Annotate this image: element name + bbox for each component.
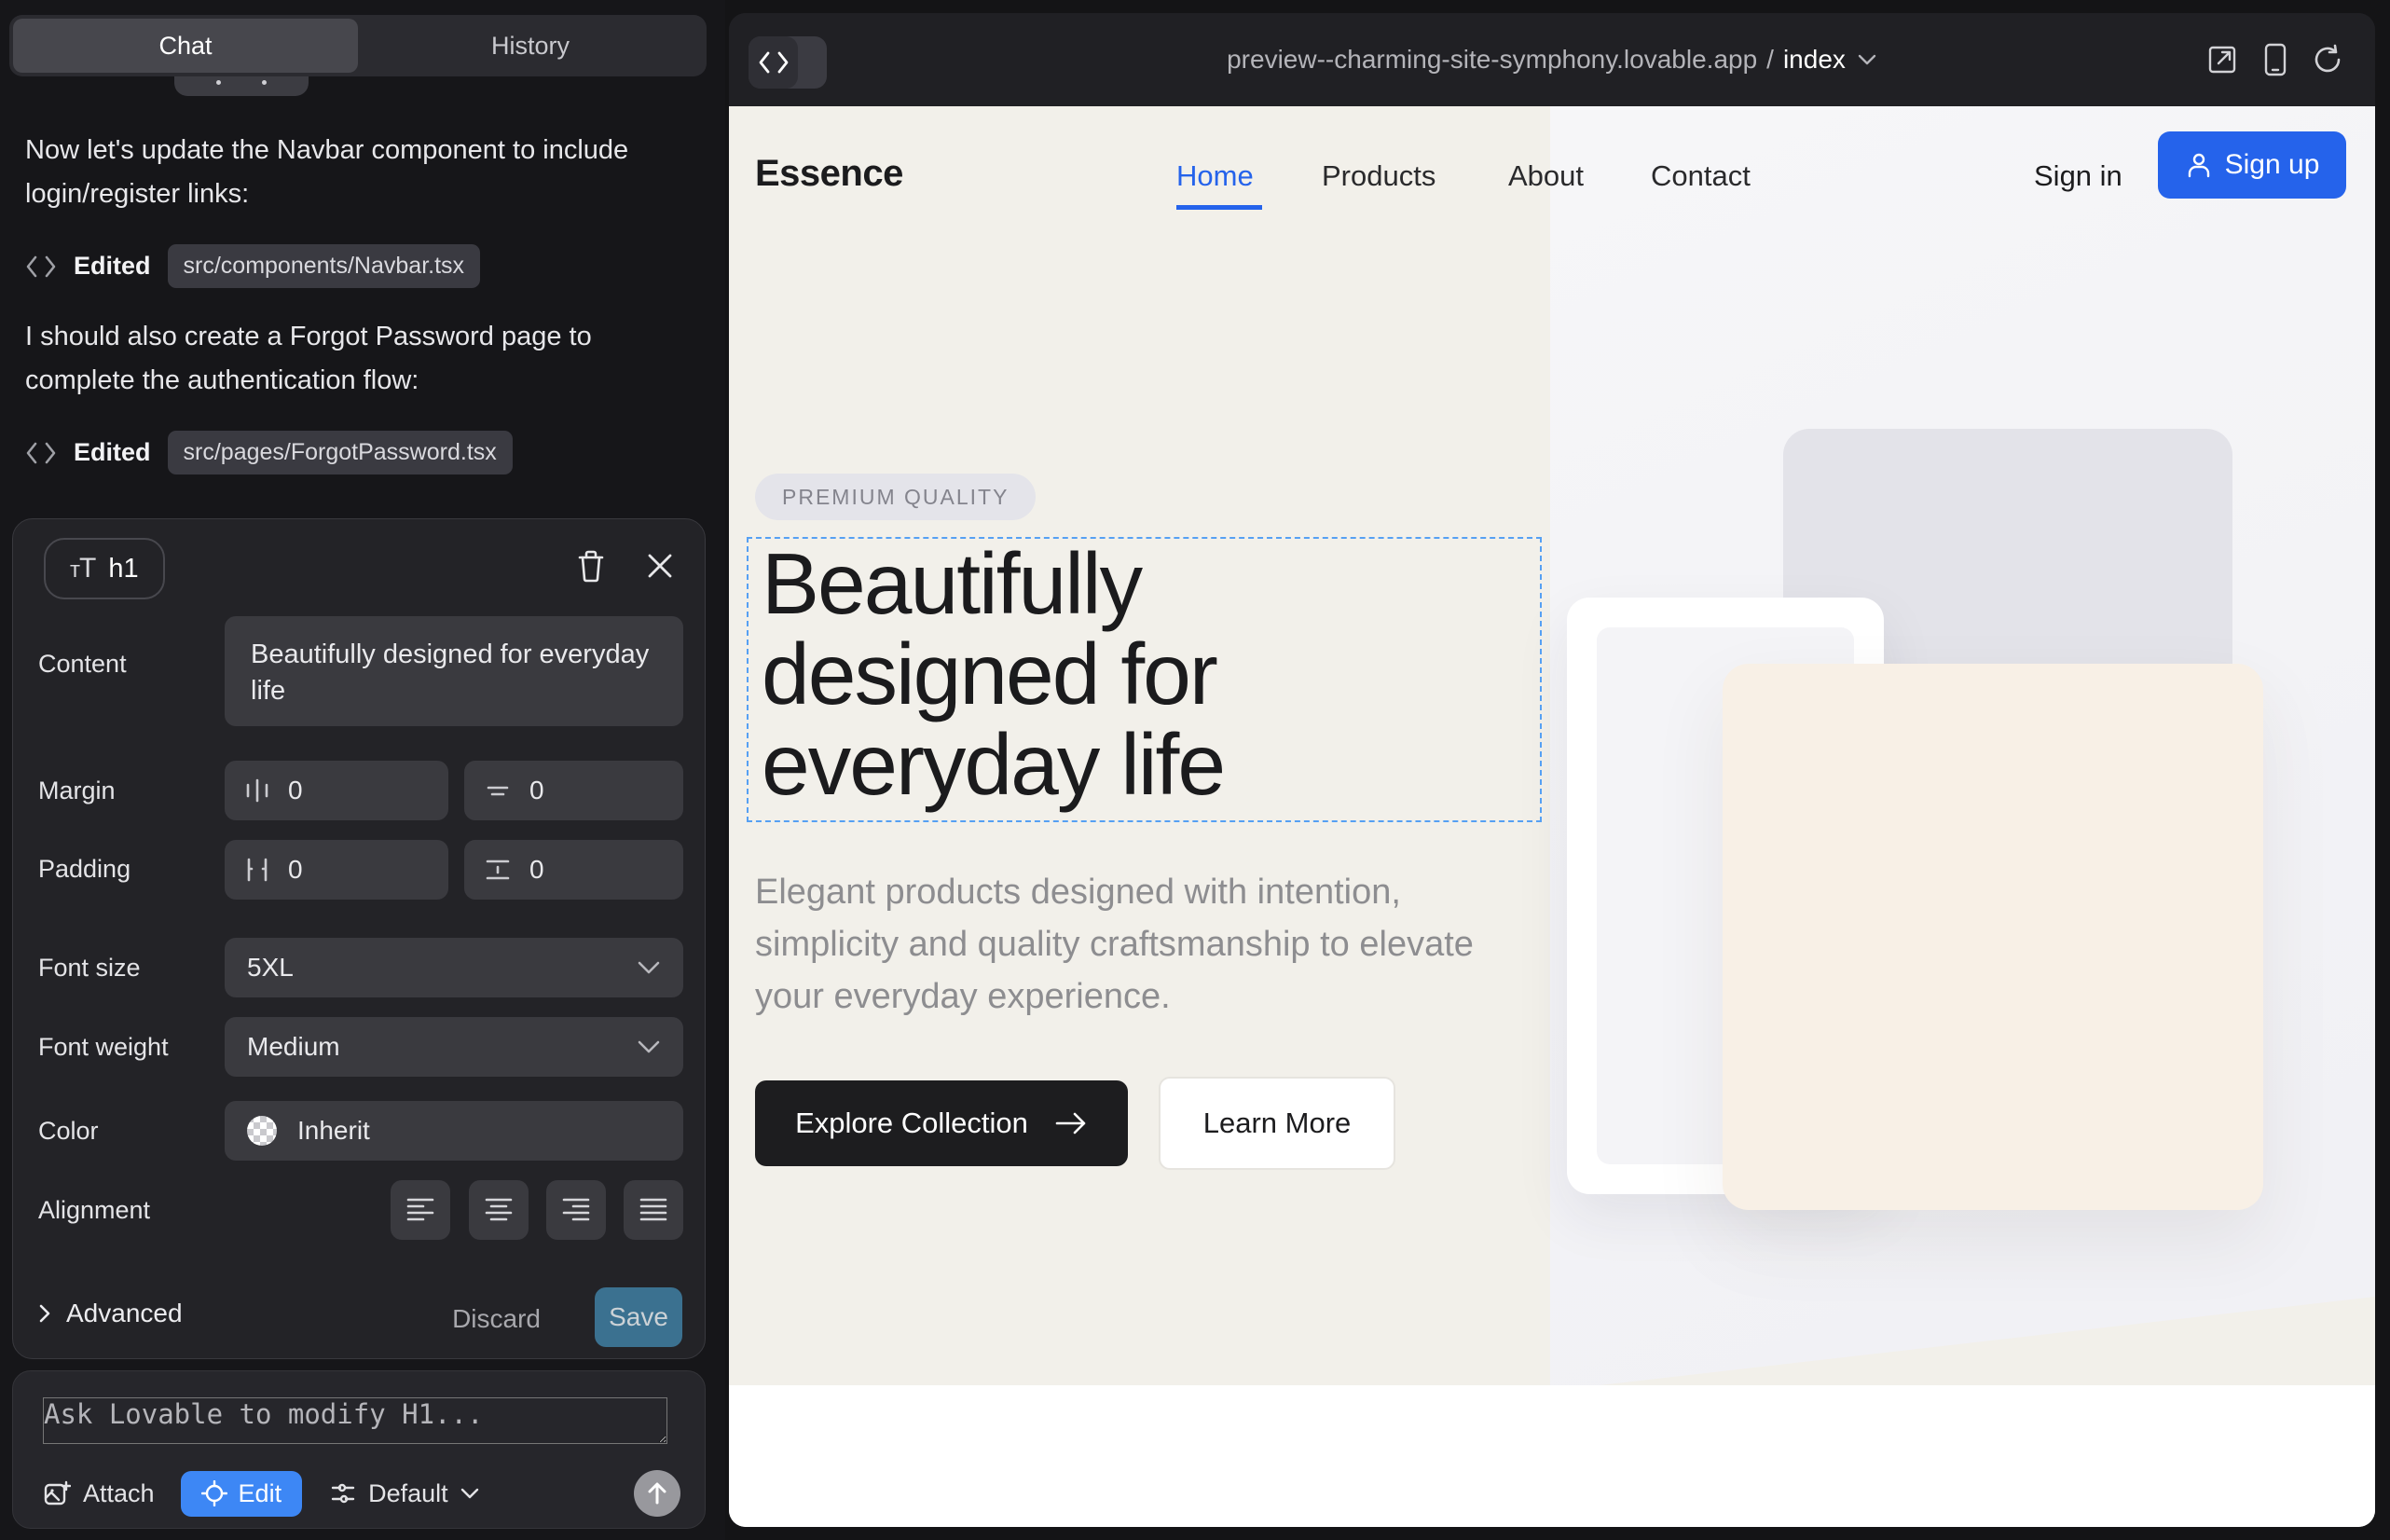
selected-element-tag: тT h1 [44, 538, 165, 599]
url-page: index [1783, 45, 1846, 75]
section-below-hero [729, 1385, 2375, 1527]
padding-y-input[interactable]: 0 [464, 840, 683, 900]
chevron-down-icon [1857, 53, 1877, 66]
edited-label: Edited [74, 252, 151, 281]
sign-in-link[interactable]: Sign in [2034, 159, 2122, 193]
close-panel-button[interactable] [639, 545, 680, 586]
color-label: Color [38, 1117, 99, 1146]
font-size-label: Font size [38, 954, 141, 983]
padding-label: Padding [38, 855, 130, 884]
model-select[interactable]: Default [330, 1479, 479, 1508]
edited-file-row[interactable]: Edited src/pages/ForgotPassword.tsx [25, 431, 513, 474]
url-separator: / [1766, 45, 1774, 75]
align-left-button[interactable] [391, 1180, 450, 1240]
delete-element-button[interactable] [570, 545, 611, 586]
alignment-label: Alignment [38, 1196, 150, 1225]
margin-x-input[interactable]: 0 [225, 761, 448, 820]
attach-image-icon [43, 1479, 71, 1507]
selected-h1-outline[interactable]: Beautifully designed for everyday life [747, 537, 1542, 822]
element-editor-panel: тT h1 Content Beautifully designed for e… [12, 518, 706, 1359]
chat-input[interactable] [43, 1397, 667, 1444]
file-chip[interactable]: src/components/Navbar.tsx [168, 244, 481, 288]
code-icon [25, 254, 57, 279]
margin-label: Margin [38, 777, 116, 805]
hero-heading[interactable]: Beautifully designed for everyday life [762, 539, 1395, 811]
chat-composer: Attach Edit Default [12, 1370, 706, 1529]
font-weight-label: Font weight [38, 1033, 169, 1062]
chat-sidebar: Chat History Now let's update the Navbar… [0, 0, 725, 1540]
preview-toolbar: preview--charming-site-symphony.lovable.… [729, 13, 2375, 106]
scrolled-chip-partial [174, 76, 309, 96]
typography-icon: тT [70, 553, 95, 584]
site-logo[interactable]: Essence [755, 153, 903, 195]
active-nav-underline [1176, 205, 1262, 210]
sign-up-button[interactable]: Sign up [2158, 131, 2346, 199]
preview-frame: preview--charming-site-symphony.lovable.… [729, 13, 2375, 1527]
chevron-right-icon [38, 1303, 51, 1324]
tab-history[interactable]: History [358, 19, 703, 73]
hero-badge: PREMIUM QUALITY [755, 474, 1036, 520]
edited-label: Edited [74, 438, 151, 467]
chevron-down-icon [637, 960, 661, 975]
nav-link-home[interactable]: Home [1176, 159, 1254, 193]
decor-beige-card [1723, 664, 2263, 1210]
open-external-icon[interactable] [2205, 43, 2239, 76]
margin-horizontal-icon [245, 777, 269, 804]
margin-y-input[interactable]: 0 [464, 761, 683, 820]
mobile-view-icon[interactable] [2263, 42, 2287, 77]
send-button[interactable] [634, 1470, 680, 1517]
file-chip[interactable]: src/pages/ForgotPassword.tsx [168, 431, 513, 474]
align-right-button[interactable] [546, 1180, 606, 1240]
advanced-toggle[interactable]: Advanced [38, 1299, 183, 1328]
arrow-right-icon [1054, 1111, 1088, 1135]
font-size-select[interactable]: 5XL [225, 938, 683, 997]
save-button[interactable]: Save [595, 1287, 682, 1347]
chevron-down-icon [637, 1039, 661, 1054]
content-label: Content [38, 650, 127, 679]
nav-link-contact[interactable]: Contact [1651, 159, 1751, 193]
color-swatch [247, 1116, 277, 1146]
sliders-icon [330, 1480, 356, 1506]
arrow-up-icon [646, 1481, 668, 1506]
user-icon [2185, 151, 2213, 179]
attach-button[interactable]: Attach [43, 1479, 155, 1508]
padding-vertical-icon [485, 858, 511, 882]
discard-button[interactable]: Discard [452, 1304, 541, 1334]
padding-x-input[interactable]: 0 [225, 840, 448, 900]
assistant-message: I should also create a Forgot Password p… [25, 315, 692, 403]
chevron-down-icon [460, 1488, 479, 1500]
align-center-button[interactable] [469, 1180, 529, 1240]
align-justify-button[interactable] [624, 1180, 683, 1240]
refresh-icon[interactable] [2312, 44, 2343, 76]
margin-vertical-icon [485, 778, 511, 803]
target-icon [201, 1480, 227, 1506]
assistant-message: Now let's update the Navbar component to… [25, 129, 692, 216]
font-weight-select[interactable]: Medium [225, 1017, 683, 1077]
explore-collection-button[interactable]: Explore Collection [755, 1080, 1128, 1166]
site-canvas: Essence Home Products About Contact Sign… [729, 106, 2375, 1527]
sidebar-tabbar: Chat History [9, 15, 707, 76]
edited-file-row[interactable]: Edited src/components/Navbar.tsx [25, 244, 480, 288]
learn-more-button[interactable]: Learn More [1159, 1077, 1395, 1170]
nav-link-about[interactable]: About [1508, 159, 1584, 193]
content-input[interactable]: Beautifully designed for everyday life [225, 616, 683, 726]
url-domain: preview--charming-site-symphony.lovable.… [1227, 45, 1757, 75]
hero-paragraph: Elegant products designed with intention… [755, 866, 1515, 1024]
nav-link-products[interactable]: Products [1322, 159, 1435, 193]
code-icon [25, 441, 57, 465]
color-select[interactable]: Inherit [225, 1101, 683, 1161]
edit-mode-button[interactable]: Edit [181, 1471, 303, 1517]
url-breadcrumb[interactable]: preview--charming-site-symphony.lovable.… [729, 13, 2375, 106]
padding-horizontal-icon [245, 857, 269, 883]
tab-chat[interactable]: Chat [13, 19, 358, 73]
